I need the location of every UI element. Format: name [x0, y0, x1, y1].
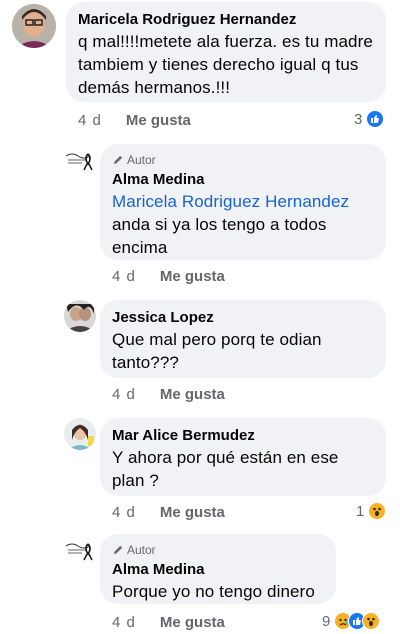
comment-author[interactable]: Alma Medina — [112, 560, 324, 580]
comment-meta: 4 d Me gusta — [78, 112, 191, 129]
reaction-count: 9 — [322, 612, 331, 630]
avatar[interactable] — [12, 4, 56, 48]
comment-mar-alice: Mar Alice Bermudez Y ahora por qué están… — [0, 414, 400, 530]
comment-author[interactable]: Mar Alice Bermudez — [112, 426, 374, 446]
comment-author[interactable]: Jessica Lopez — [112, 308, 374, 328]
avatar[interactable] — [62, 536, 98, 572]
author-badge-label: Autor — [127, 153, 156, 167]
comment-bubble: Mar Alice Bermudez Y ahora por qué están… — [100, 418, 386, 496]
comment-meta: 4 d Me gusta — [112, 268, 225, 285]
like-button[interactable]: Me gusta — [160, 386, 225, 403]
comment-meta: 4 d Me gusta — [112, 614, 225, 631]
author-badge-label: Autor — [127, 543, 156, 557]
comment-time[interactable]: 4 d — [112, 504, 136, 521]
comment-meta: 4 d Me gusta — [112, 386, 225, 403]
like-button[interactable]: Me gusta — [160, 504, 225, 521]
comment-text: anda si ya los tengo a todos encima — [112, 215, 327, 257]
comment-alma-1: Autor Alma Medina Maricela Rodriguez Her… — [0, 140, 400, 288]
comment-text: q mal!!!!metete ala fuerza. es tu madre … — [78, 32, 373, 97]
comment-bubble: Autor Alma Medina Maricela Rodriguez Her… — [100, 144, 386, 260]
wow-reaction-icon — [362, 612, 381, 630]
comment-alma-2: Autor Alma Medina Porque yo no tengo din… — [0, 532, 400, 634]
like-reaction-icon — [366, 110, 385, 128]
reaction-count: 1 — [356, 502, 365, 520]
like-button[interactable]: Me gusta — [160, 614, 225, 631]
comment-time[interactable]: 4 d — [112, 614, 136, 631]
reaction-count: 3 — [354, 110, 363, 128]
comment-maricela: Maricela Rodriguez Hernandez q mal!!!!me… — [0, 0, 400, 135]
comment-text: Que mal pero porq te odian tanto??? — [112, 330, 322, 372]
comment-text: Porque yo no tengo dinero — [112, 582, 315, 601]
comment-text: Y ahora por qué están en ese plan ? — [112, 448, 339, 490]
avatar[interactable] — [62, 146, 98, 182]
comment-bubble: Maricela Rodriguez Hernandez q mal!!!!me… — [66, 2, 386, 102]
avatar[interactable] — [64, 418, 96, 450]
comment-time[interactable]: 4 d — [78, 112, 102, 129]
reaction-summary[interactable]: 3 — [354, 110, 385, 128]
comment-time[interactable]: 4 d — [112, 268, 136, 285]
comment-time[interactable]: 4 d — [112, 386, 136, 403]
pencil-icon — [113, 545, 123, 554]
author-badge: Autor — [112, 542, 324, 558]
comment-bubble: Autor Alma Medina Porque yo no tengo din… — [100, 534, 336, 604]
pencil-icon — [113, 155, 123, 164]
comment-author[interactable]: Alma Medina — [112, 170, 374, 190]
comment-jessica: Jessica Lopez Que mal pero porq te odian… — [0, 296, 400, 408]
author-badge: Autor — [112, 152, 374, 168]
comment-bubble: Jessica Lopez Que mal pero porq te odian… — [100, 300, 386, 378]
like-button[interactable]: Me gusta — [126, 112, 191, 129]
like-button[interactable]: Me gusta — [160, 268, 225, 285]
comment-meta: 4 d Me gusta — [112, 504, 225, 521]
mention-link[interactable]: Maricela Rodriguez Hernandez — [112, 190, 374, 213]
reaction-summary[interactable]: 1 — [356, 502, 387, 520]
avatar[interactable] — [64, 300, 96, 332]
comment-author[interactable]: Maricela Rodriguez Hernandez — [78, 10, 374, 30]
wow-reaction-icon — [368, 502, 387, 520]
reaction-summary[interactable]: 9 — [322, 612, 381, 630]
